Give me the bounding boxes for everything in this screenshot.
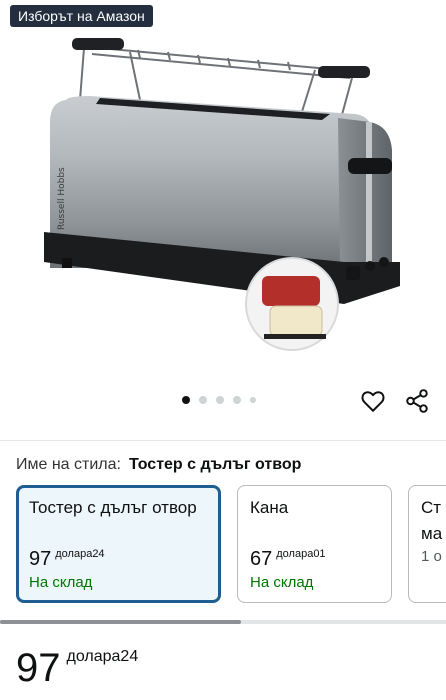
product-price: 97 долара24: [16, 646, 138, 691]
price-whole: 97: [16, 646, 61, 690]
gallery-dot[interactable]: [233, 396, 241, 404]
style-option-stock: На склад: [250, 574, 314, 591]
gallery-pagination: [182, 396, 256, 404]
style-option-extra: 1 о: [421, 548, 442, 565]
section-divider: [0, 440, 446, 441]
gallery-dot[interactable]: [250, 397, 256, 403]
style-selected-value: Тостер с дълъг отвор: [128, 456, 302, 473]
gallery-dot[interactable]: [199, 396, 207, 404]
share-icon[interactable]: [404, 388, 430, 414]
gallery-dot[interactable]: [216, 396, 224, 404]
style-options-scrollbar[interactable]: [0, 620, 446, 624]
product-image-toaster: Russell Hobbs: [44, 38, 400, 351]
gallery-dot[interactable]: [182, 396, 190, 404]
style-option-title: Ст: [421, 498, 442, 517]
style-label: Име на стила:: [16, 456, 121, 473]
brand-logo: Russell Hobbs: [57, 167, 67, 230]
style-option-stock: На склад: [29, 574, 93, 591]
style-option-long-slot-toaster[interactable]: Тостер с дълъг отвор 97 долара24 На склад: [16, 485, 221, 603]
style-option-title: Кана: [250, 498, 289, 517]
style-option-price: 67 долара01: [250, 548, 326, 570]
scrollbar-thumb[interactable]: [0, 620, 241, 624]
style-option-kettle[interactable]: Кана 67 долара01 На склад: [237, 485, 392, 603]
style-option-price: 97 долара24: [29, 548, 105, 570]
price-currency: долара24: [66, 648, 139, 665]
style-option-partial[interactable]: Ст ма 1 о: [408, 485, 446, 603]
style-option-subtitle: ма: [421, 524, 443, 543]
favorite-heart-icon[interactable]: [360, 388, 386, 414]
product-image-gallery[interactable]: Russell Hobbs Изборът на Амазон: [0, 0, 446, 440]
style-option-title: Тостер с дълъг отвор: [29, 498, 197, 517]
style-selector-header: Име на стила: Тостер с дълъг отвор: [16, 456, 301, 474]
amazons-choice-badge: Изборът на Амазон: [10, 5, 153, 27]
